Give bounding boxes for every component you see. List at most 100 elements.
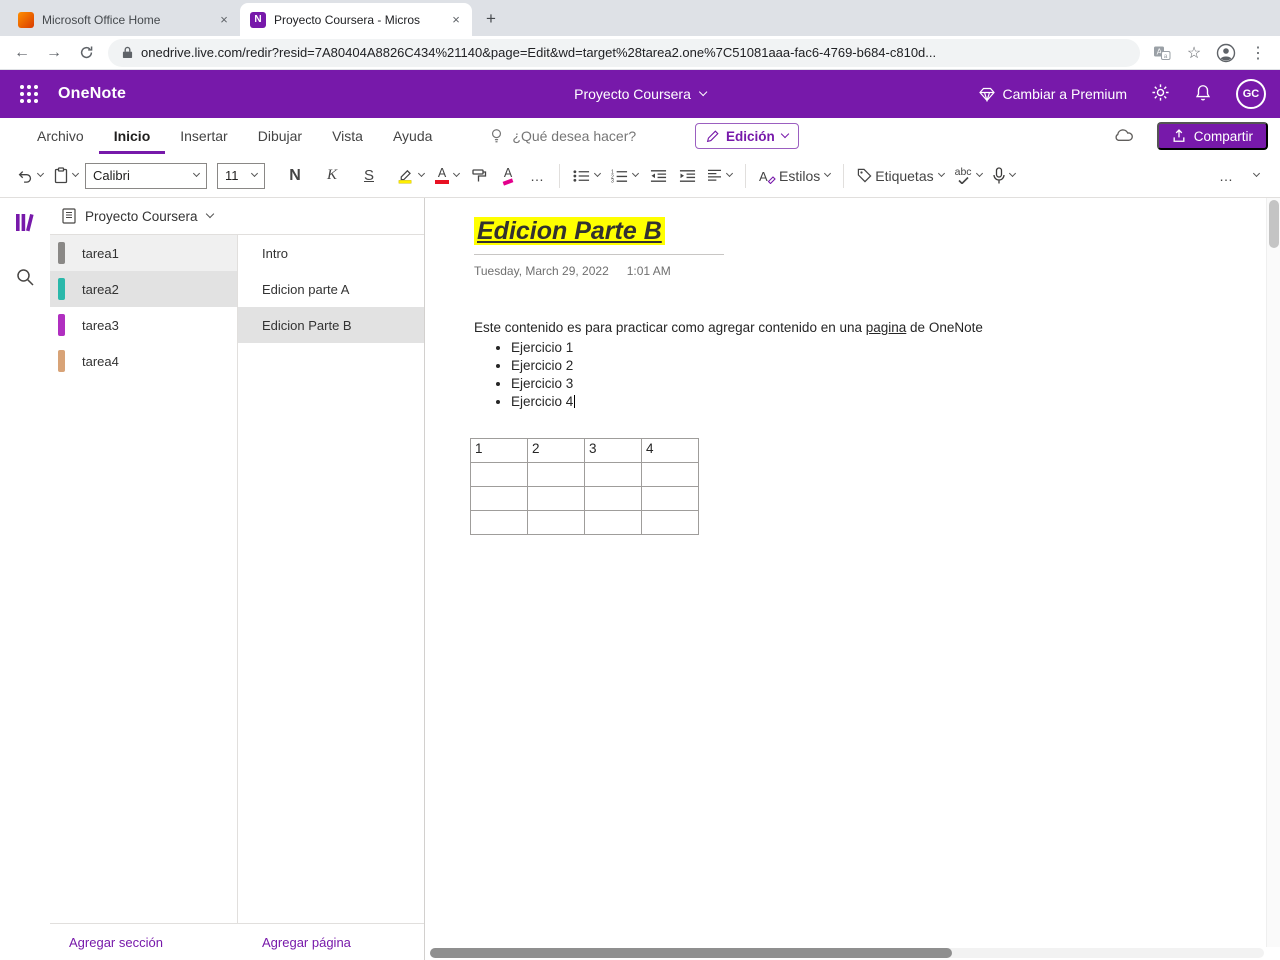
notebook-switcher[interactable]: Proyecto Coursera xyxy=(50,198,424,235)
page-item-edicion-parte-b[interactable]: Edicion Parte B xyxy=(238,307,424,343)
dictate-button[interactable] xyxy=(989,161,1019,191)
ribbon-tab-vista[interactable]: Vista xyxy=(317,118,378,154)
highlighter-button[interactable] xyxy=(393,161,428,191)
table-cell[interactable]: 4 xyxy=(641,438,699,463)
table-cell[interactable] xyxy=(470,462,528,487)
address-bar[interactable]: onedrive.live.com/redir?resid=7A80404A88… xyxy=(108,38,1140,67)
table-cell[interactable]: 2 xyxy=(527,438,585,463)
horizontal-scrollbar-thumb[interactable] xyxy=(430,948,952,958)
body-paragraph[interactable]: Este contenido es para practicar como ag… xyxy=(474,320,1220,335)
ribbon-tab-archivo[interactable]: Archivo xyxy=(22,118,99,154)
search-icon[interactable] xyxy=(9,263,41,291)
table-cell[interactable] xyxy=(584,510,642,535)
toolbar-overflow-button[interactable]: … xyxy=(1213,161,1239,191)
tab-title: Microsoft Office Home xyxy=(42,12,161,27)
italic-button[interactable]: K xyxy=(319,161,345,191)
account-avatar[interactable]: GC xyxy=(1236,79,1266,109)
bullet-list-button[interactable] xyxy=(569,161,604,191)
tags-button[interactable]: Etiquetas xyxy=(853,161,947,191)
numbered-list-button[interactable]: 123 xyxy=(607,161,642,191)
table-cell[interactable] xyxy=(470,510,528,535)
sidebar-item-tarea4[interactable]: tarea4 xyxy=(50,343,237,379)
page-item-edicion-parte-a[interactable]: Edicion parte A xyxy=(238,271,424,307)
ribbon-tab-ayuda[interactable]: Ayuda xyxy=(378,118,447,154)
spellcheck-button[interactable]: abc xyxy=(951,161,986,191)
undo-button[interactable] xyxy=(12,161,47,191)
share-button[interactable]: Compartir xyxy=(1156,122,1268,150)
back-icon[interactable]: ← xyxy=(8,39,36,67)
sidebar-item-tarea2[interactable]: tarea2 xyxy=(50,271,237,307)
section-name: tarea3 xyxy=(82,317,119,333)
app-name[interactable]: OneNote xyxy=(58,85,126,103)
horizontal-scrollbar[interactable] xyxy=(430,948,1264,958)
reload-icon[interactable] xyxy=(72,39,100,67)
premium-button[interactable]: Cambiar a Premium xyxy=(978,86,1127,102)
add-section-button[interactable]: Agregar sección xyxy=(69,935,163,950)
ribbon-tab-dibujar[interactable]: Dibujar xyxy=(243,118,317,154)
sidebar-item-tarea3[interactable]: tarea3 xyxy=(50,307,237,343)
ribbon-tab-insertar[interactable]: Insertar xyxy=(165,118,242,154)
translate-icon[interactable]: Aa xyxy=(1148,39,1176,67)
table-cell[interactable] xyxy=(584,462,642,487)
document-title[interactable]: Proyecto Coursera xyxy=(574,86,708,102)
sidebar-item-tarea1[interactable]: tarea1 xyxy=(50,235,237,271)
panel-footer: Agregar sección Agregar página xyxy=(50,923,424,960)
clear-formatting-button[interactable]: A xyxy=(495,161,521,191)
tell-me-search[interactable]: ¿Qué desea hacer? xyxy=(489,128,636,144)
body-link-text[interactable]: pagina xyxy=(866,320,907,335)
lock-icon xyxy=(122,46,133,58)
browser-menu-icon[interactable]: ⋮ xyxy=(1244,39,1272,67)
table-cell[interactable]: 3 xyxy=(584,438,642,463)
notifications-bell-icon[interactable] xyxy=(1194,83,1212,105)
content-table[interactable]: 1 2 3 4 xyxy=(470,438,699,535)
table-cell[interactable] xyxy=(470,486,528,511)
sync-cloud-icon[interactable] xyxy=(1112,127,1135,146)
bullet-item[interactable]: Ejercicio 3 xyxy=(511,375,1220,393)
vertical-scrollbar[interactable] xyxy=(1266,198,1280,947)
increase-indent-button[interactable] xyxy=(674,161,700,191)
bold-button[interactable]: N xyxy=(282,161,308,191)
page-item-intro[interactable]: Intro xyxy=(238,235,424,271)
decrease-indent-button[interactable] xyxy=(645,161,671,191)
table-cell[interactable]: 1 xyxy=(470,438,528,463)
close-tab-icon[interactable]: × xyxy=(216,12,232,28)
table-cell[interactable] xyxy=(527,486,585,511)
add-page-button[interactable]: Agregar página xyxy=(262,935,351,950)
table-cell[interactable] xyxy=(641,486,699,511)
microphone-icon xyxy=(992,167,1005,184)
close-tab-icon[interactable]: × xyxy=(448,12,464,28)
forward-icon[interactable]: → xyxy=(40,39,68,67)
table-cell[interactable] xyxy=(641,510,699,535)
more-formatting-button[interactable]: … xyxy=(524,161,550,191)
bullet-item[interactable]: Ejercicio 2 xyxy=(511,357,1220,375)
bullet-item[interactable]: Ejercicio 1 xyxy=(511,339,1220,357)
page-title-block[interactable]: Edicion Parte B xyxy=(474,215,724,255)
alignment-button[interactable] xyxy=(703,161,736,191)
browser-tab-office-home[interactable]: Microsoft Office Home × xyxy=(8,3,240,36)
collapse-ribbon-button[interactable] xyxy=(1242,161,1268,191)
new-tab-button[interactable]: + xyxy=(478,6,504,32)
settings-gear-icon[interactable] xyxy=(1151,83,1170,105)
table-cell[interactable] xyxy=(527,510,585,535)
browser-profile-icon[interactable] xyxy=(1212,39,1240,67)
font-size-select[interactable]: 11 xyxy=(217,162,265,189)
vertical-scrollbar-thumb[interactable] xyxy=(1269,200,1279,248)
table-cell[interactable] xyxy=(641,462,699,487)
font-color-button[interactable]: A xyxy=(431,161,463,191)
page-canvas[interactable]: Edicion Parte B Tuesday, March 29, 2022 1… xyxy=(425,198,1280,960)
notebooks-library-icon[interactable] xyxy=(9,208,41,236)
format-painter-button[interactable] xyxy=(466,161,492,191)
styles-button[interactable]: A Estilos xyxy=(755,161,834,191)
app-launcher-icon[interactable] xyxy=(20,85,38,103)
font-name-select[interactable]: Calibri xyxy=(85,162,207,189)
table-cell[interactable] xyxy=(584,486,642,511)
screen: Microsoft Office Home × N Proyecto Cours… xyxy=(0,0,1280,960)
paste-button[interactable] xyxy=(50,161,82,191)
bullet-item[interactable]: Ejercicio 4 xyxy=(511,393,1220,411)
table-cell[interactable] xyxy=(527,462,585,487)
browser-tab-proyecto-coursera[interactable]: N Proyecto Coursera - Micros × xyxy=(240,3,472,36)
bookmark-star-icon[interactable]: ☆ xyxy=(1180,39,1208,67)
underline-button[interactable]: S xyxy=(356,161,382,191)
editing-mode-button[interactable]: Edición xyxy=(695,123,799,149)
ribbon-tab-inicio[interactable]: Inicio xyxy=(99,118,166,154)
